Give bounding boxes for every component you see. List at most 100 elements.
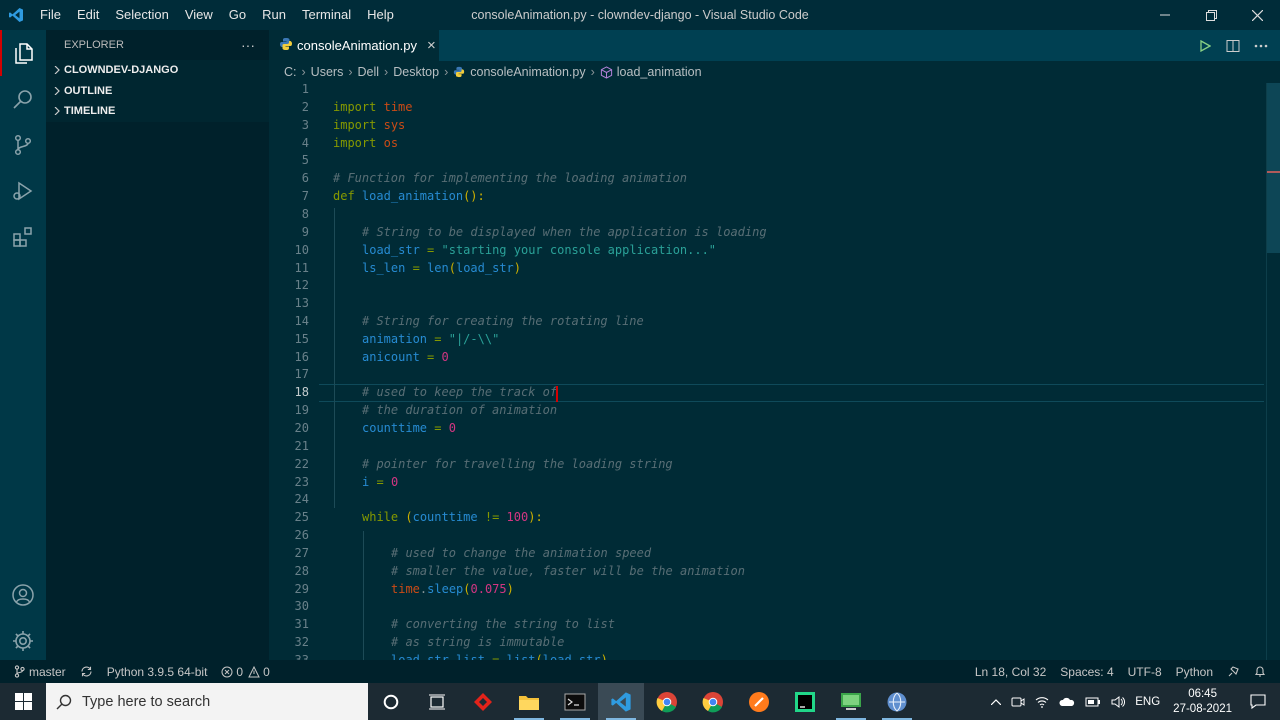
line-number: 4 <box>301 136 309 150</box>
code-token: (): <box>463 189 485 203</box>
search-icon[interactable] <box>0 76 46 122</box>
breadcrumb-desktop[interactable]: Desktop <box>393 65 439 79</box>
notifications-bell-icon[interactable] <box>1247 660 1280 683</box>
warning-count: 0 <box>263 664 270 679</box>
action-center-icon[interactable] <box>1240 683 1280 720</box>
meet-now-icon[interactable] <box>1006 683 1030 720</box>
problems-status[interactable]: 0 0 <box>214 660 276 683</box>
code-line: load_str_list = list(load_str) <box>391 653 608 660</box>
sync-icon[interactable] <box>73 660 100 683</box>
feedback-icon[interactable] <box>1220 660 1247 683</box>
line-number: 7 <box>301 189 309 203</box>
show-hidden-icons-chevron-up-icon[interactable] <box>986 683 1006 720</box>
menu-view[interactable]: View <box>177 0 221 30</box>
section-timeline[interactable]: TIMELINE <box>46 101 269 122</box>
breadcrumb-symbol[interactable]: load_animation <box>617 65 702 79</box>
vscode-app-icon[interactable] <box>598 683 644 720</box>
code-line: # as string is immutable <box>391 635 565 649</box>
taskbar-search-box[interactable]: Type here to search <box>46 683 368 720</box>
code-token: "starting your console application..." <box>441 243 717 257</box>
menu-selection[interactable]: Selection <box>107 0 176 30</box>
cortana-icon[interactable] <box>368 683 414 720</box>
code-token: list <box>506 653 536 660</box>
python-interpreter[interactable]: Python 3.9.5 64-bit <box>100 660 215 683</box>
code-editor[interactable]: 1 2 3 4 5 6 7 8 9 10 11 12 13 14 15 16 17 18 19 20 21 22 23 24 2… <box>269 83 1280 660</box>
code-line: # pointer for travelling the loading str… <box>362 457 673 471</box>
tab-close-icon[interactable]: × <box>427 37 436 54</box>
network-app-icon[interactable] <box>874 683 920 720</box>
line-number: 12 <box>294 278 309 292</box>
breadcrumb-users[interactable]: Users <box>311 65 344 79</box>
explorer-title: EXPLORER <box>64 39 124 51</box>
encoding[interactable]: UTF-8 <box>1121 660 1169 683</box>
onedrive-cloud-icon[interactable] <box>1054 683 1080 720</box>
breadcrumb-file[interactable]: consoleAnimation.py <box>470 65 585 79</box>
more-actions-button[interactable]: ··· <box>241 37 255 53</box>
menu-terminal[interactable]: Terminal <box>294 0 359 30</box>
taskbar-clock[interactable]: 06:45 27-08-2021 <box>1165 687 1240 717</box>
explorer-icon[interactable] <box>0 30 46 76</box>
indentation[interactable]: Spaces: 4 <box>1053 660 1120 683</box>
scrollbar-thumb[interactable] <box>1267 83 1280 253</box>
line-number: 2 <box>301 100 309 114</box>
code-token: 0 <box>441 350 449 364</box>
code-token: import <box>333 100 377 114</box>
anydesk-app-icon[interactable] <box>460 683 506 720</box>
input-language[interactable]: ENG <box>1130 683 1165 720</box>
volume-icon[interactable] <box>1106 683 1130 720</box>
editor-scrollbar[interactable] <box>1266 83 1280 660</box>
pycharm-app-icon[interactable] <box>782 683 828 720</box>
branch-status[interactable]: master <box>0 660 73 683</box>
code-token: = <box>427 243 435 257</box>
code-token: 0 <box>448 421 456 435</box>
windows-start-icon[interactable] <box>0 683 46 720</box>
breadcrumb-dell[interactable]: Dell <box>358 65 380 79</box>
section-outline[interactable]: OUTLINE <box>46 81 269 102</box>
code-token: ) <box>600 653 608 660</box>
cursor-position[interactable]: Ln 18, Col 32 <box>968 660 1053 683</box>
accounts-icon[interactable] <box>0 572 46 618</box>
run-python-file-icon[interactable] <box>1199 30 1211 61</box>
line-number: 31 <box>294 617 309 631</box>
language-mode[interactable]: Python <box>1169 660 1220 683</box>
sublime-app-icon[interactable] <box>736 683 782 720</box>
tab-consoleanimation[interactable]: consoleAnimation.py × <box>269 30 439 61</box>
extensions-icon[interactable] <box>0 214 46 260</box>
line-number: 8 <box>301 207 309 221</box>
split-editor-icon[interactable] <box>1226 30 1240 61</box>
system-tray: ENG 06:45 27-08-2021 <box>986 683 1280 720</box>
code-token: while <box>362 510 399 524</box>
wifi-icon[interactable] <box>1030 683 1054 720</box>
source-control-icon[interactable] <box>0 122 46 168</box>
code-line: counttime = 0 <box>362 421 456 435</box>
breadcrumb-drive[interactable]: C: <box>284 65 297 79</box>
clock-date: 27-08-2021 <box>1173 702 1232 715</box>
settings-gear-icon[interactable] <box>0 618 46 664</box>
section-clowndev-django[interactable]: CLOWNDEV-DJANGO <box>46 60 269 81</box>
restore-button[interactable] <box>1188 0 1234 30</box>
task-view-icon[interactable] <box>414 683 460 720</box>
battery-icon[interactable] <box>1080 683 1106 720</box>
line-number: 33 <box>294 653 309 660</box>
minimize-button[interactable] <box>1142 0 1188 30</box>
text-cursor <box>556 386 558 402</box>
chrome-profile-app-icon[interactable] <box>690 683 736 720</box>
menu-file[interactable]: File <box>32 0 69 30</box>
error-count: 0 <box>236 664 244 679</box>
run-debug-icon[interactable] <box>0 168 46 214</box>
chrome-app-icon[interactable] <box>644 683 690 720</box>
line-number: 32 <box>294 635 309 649</box>
menu-run[interactable]: Run <box>254 0 294 30</box>
terminal-app-icon[interactable] <box>552 683 598 720</box>
code-token: def <box>333 189 355 203</box>
section-label: OUTLINE <box>64 84 113 97</box>
more-actions-icon[interactable] <box>1254 30 1268 61</box>
file-explorer-app-icon[interactable] <box>506 683 552 720</box>
menu-help[interactable]: Help <box>359 0 402 30</box>
python-file-icon <box>279 37 293 54</box>
remote-desktop-app-icon[interactable] <box>828 683 874 720</box>
menu-edit[interactable]: Edit <box>69 0 107 30</box>
code-token: = <box>434 332 442 346</box>
close-window-button[interactable] <box>1234 0 1280 30</box>
menu-go[interactable]: Go <box>221 0 254 30</box>
